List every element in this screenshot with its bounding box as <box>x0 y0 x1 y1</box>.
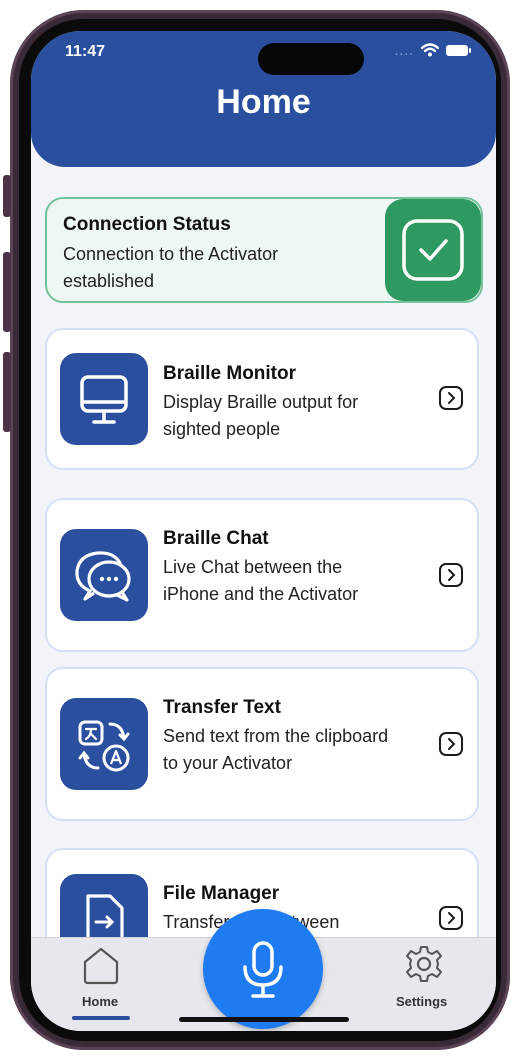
battery-icon <box>446 44 471 56</box>
feature-description: Live Chat between the iPhone and the Act… <box>163 557 359 604</box>
chevron-right-icon[interactable] <box>439 563 463 587</box>
monitor-icon-tile <box>60 353 148 445</box>
connection-status-card: Connection Status Connection to the Acti… <box>45 197 483 303</box>
wifi-icon <box>421 43 439 57</box>
home-indicator[interactable] <box>179 1017 349 1022</box>
feature-title: Braille Chat <box>163 528 269 549</box>
transfer-text-card[interactable]: Transfer Text Send text from the clipboa… <box>45 667 479 821</box>
status-time: 11:47 <box>65 43 106 60</box>
feature-description: Send text from the clipboard to your Act… <box>163 726 389 773</box>
page-title: Home <box>216 83 311 121</box>
transfer-icon-tile <box>60 698 148 790</box>
home-icon <box>83 947 119 985</box>
feature-title: Transfer Text <box>163 697 281 718</box>
dynamic-island <box>258 43 364 75</box>
tab-settings[interactable]: Settings <box>389 942 469 1026</box>
translate-icon <box>78 720 130 772</box>
chat-icon-tile <box>60 529 148 621</box>
volume-up-button <box>3 252 11 332</box>
gear-icon <box>406 946 442 982</box>
header: 11:47 .... Home <box>31 31 496 167</box>
chevron-right-icon[interactable] <box>439 386 463 410</box>
tab-home[interactable]: Home <box>61 942 141 1026</box>
status-icons: .... <box>394 42 471 58</box>
microphone-icon <box>243 941 283 998</box>
feature-title: Braille Monitor <box>163 363 297 384</box>
action-button <box>3 175 11 217</box>
connection-status-indicator <box>385 199 481 301</box>
active-tab-indicator <box>72 1016 130 1020</box>
connection-status-description: Connection to the Activator established <box>63 244 279 291</box>
chevron-right-icon[interactable] <box>439 732 463 756</box>
monitor-icon <box>80 375 128 424</box>
feature-title: File Manager <box>163 883 280 904</box>
signal-dots: .... <box>394 42 414 58</box>
tab-home-label: Home <box>82 994 119 1009</box>
chat-bubbles-icon <box>75 551 131 602</box>
braille-monitor-card[interactable]: Braille Monitor Display Braille output f… <box>45 328 479 470</box>
microphone-button[interactable] <box>203 909 323 1029</box>
braille-chat-card[interactable]: Braille Chat Live Chat between the iPhon… <box>45 498 479 652</box>
chevron-right-icon[interactable] <box>439 906 463 930</box>
tab-settings-label: Settings <box>396 994 448 1009</box>
checkmark-icon <box>402 219 464 281</box>
feature-description: Display Braille output for sighted peopl… <box>163 392 359 439</box>
app-screen: 11:47 .... Home Connection Status Connec… <box>31 31 496 1031</box>
volume-down-button <box>3 352 11 432</box>
connection-status-title: Connection Status <box>63 214 231 235</box>
